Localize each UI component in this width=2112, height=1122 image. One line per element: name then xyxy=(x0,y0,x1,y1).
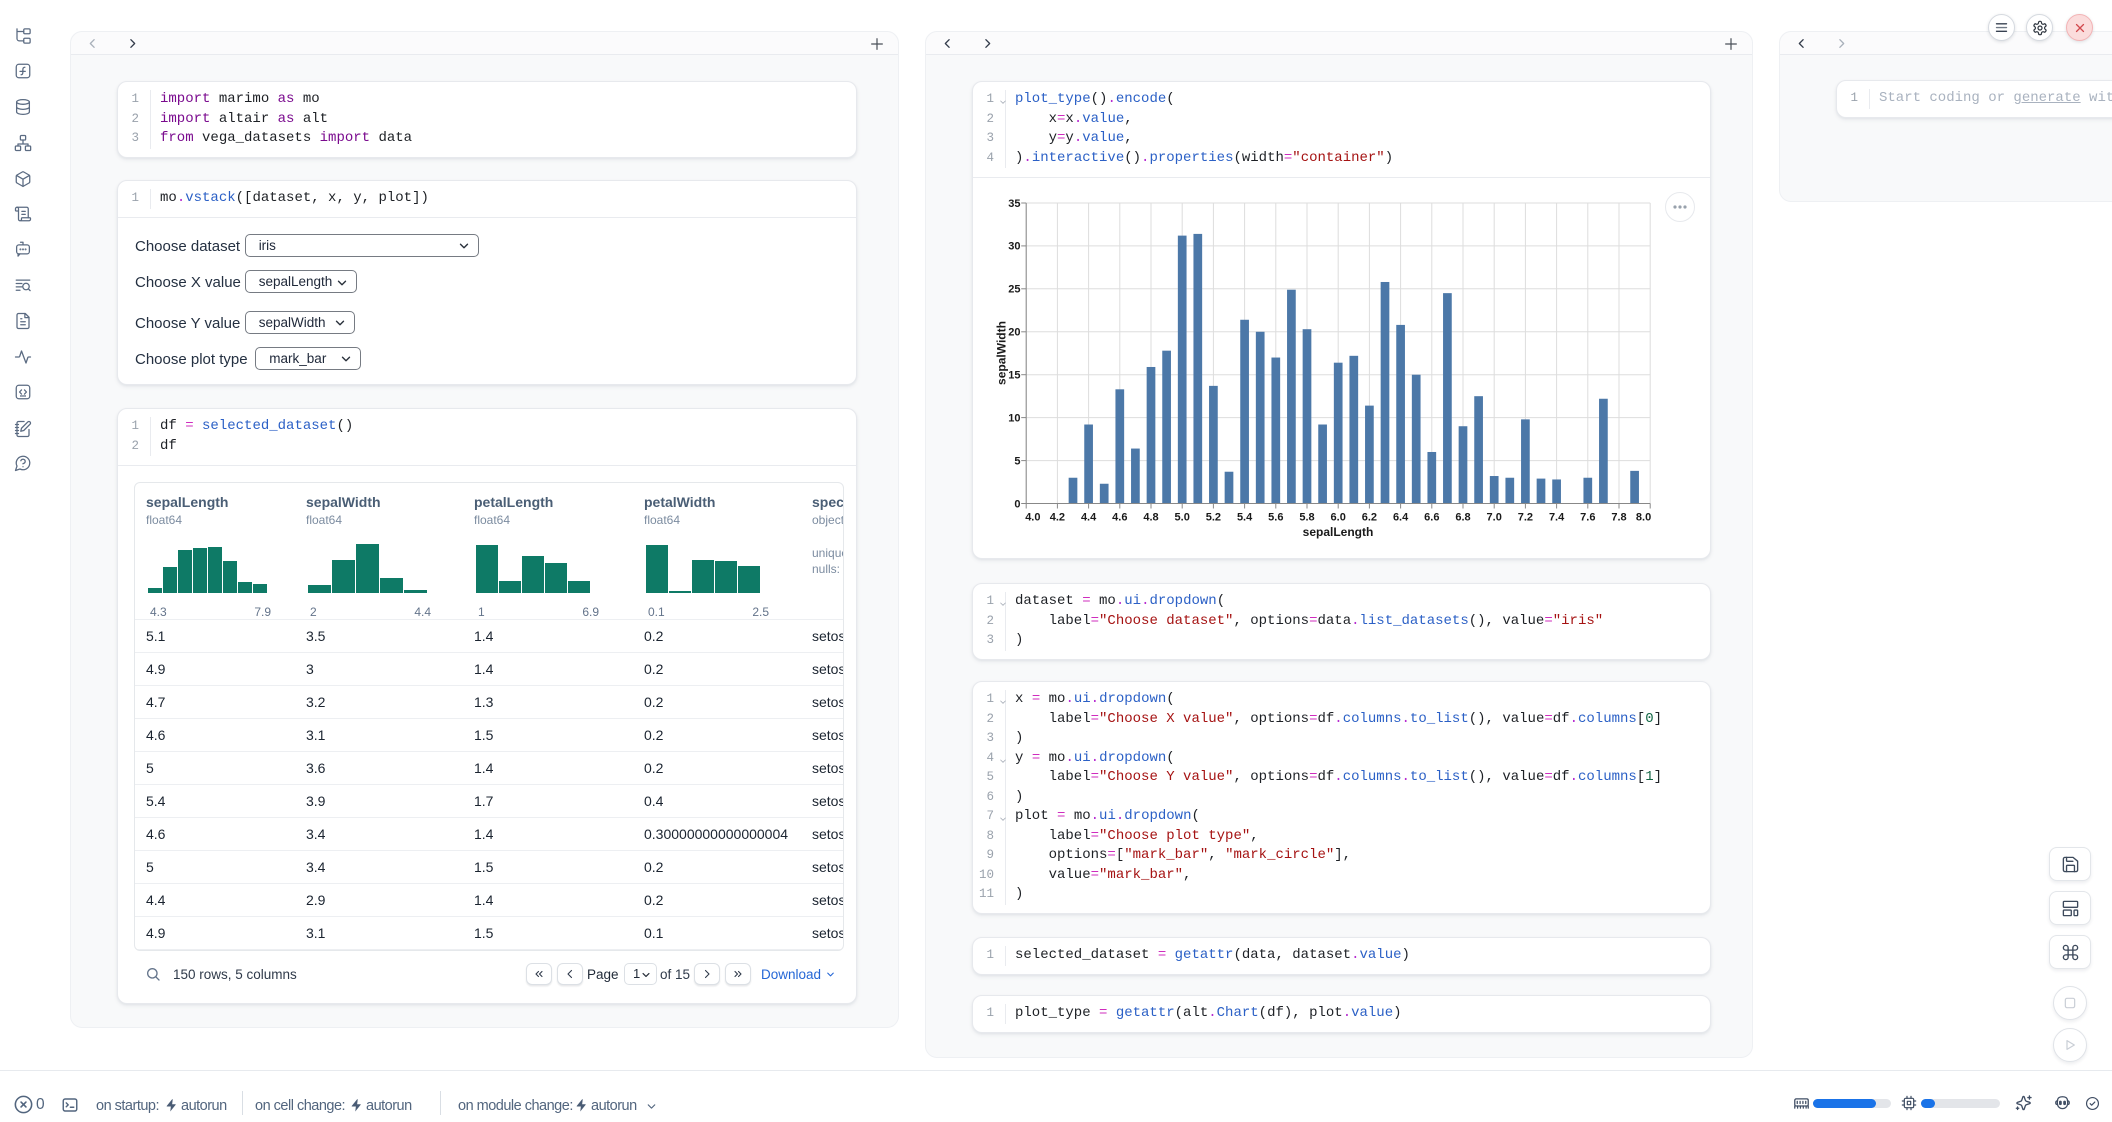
svg-text:0: 0 xyxy=(1014,498,1020,510)
svg-text:7.0: 7.0 xyxy=(1487,512,1502,524)
svg-text:5.0: 5.0 xyxy=(1175,512,1190,524)
svg-text:sepalWidth: sepalWidth xyxy=(995,321,1009,385)
svg-text:10: 10 xyxy=(1008,412,1020,424)
svg-text:4.8: 4.8 xyxy=(1143,512,1158,524)
svg-text:4.6: 4.6 xyxy=(1112,512,1127,524)
svg-text:4.2: 4.2 xyxy=(1050,512,1065,524)
svg-text:4.0: 4.0 xyxy=(1025,512,1040,524)
svg-text:4.4: 4.4 xyxy=(1081,512,1097,524)
svg-text:15: 15 xyxy=(1008,370,1020,382)
svg-text:5.4: 5.4 xyxy=(1237,512,1253,524)
svg-text:35: 35 xyxy=(1008,198,1020,210)
svg-text:6.6: 6.6 xyxy=(1424,512,1439,524)
svg-text:sepalLength: sepalLength xyxy=(1303,525,1374,539)
svg-text:5.2: 5.2 xyxy=(1206,512,1221,524)
svg-text:5.8: 5.8 xyxy=(1299,512,1314,524)
svg-text:6.2: 6.2 xyxy=(1362,512,1377,524)
svg-text:7.8: 7.8 xyxy=(1611,512,1626,524)
svg-text:5.6: 5.6 xyxy=(1268,512,1283,524)
svg-text:7.6: 7.6 xyxy=(1580,512,1595,524)
svg-text:7.2: 7.2 xyxy=(1518,512,1533,524)
svg-text:5: 5 xyxy=(1014,455,1020,467)
svg-text:30: 30 xyxy=(1008,241,1020,253)
svg-text:6.0: 6.0 xyxy=(1331,512,1346,524)
svg-text:6.4: 6.4 xyxy=(1393,512,1409,524)
svg-text:25: 25 xyxy=(1008,284,1020,296)
svg-text:7.4: 7.4 xyxy=(1549,512,1565,524)
svg-text:20: 20 xyxy=(1008,327,1020,339)
svg-text:8.0: 8.0 xyxy=(1636,512,1651,524)
svg-text:6.8: 6.8 xyxy=(1455,512,1470,524)
